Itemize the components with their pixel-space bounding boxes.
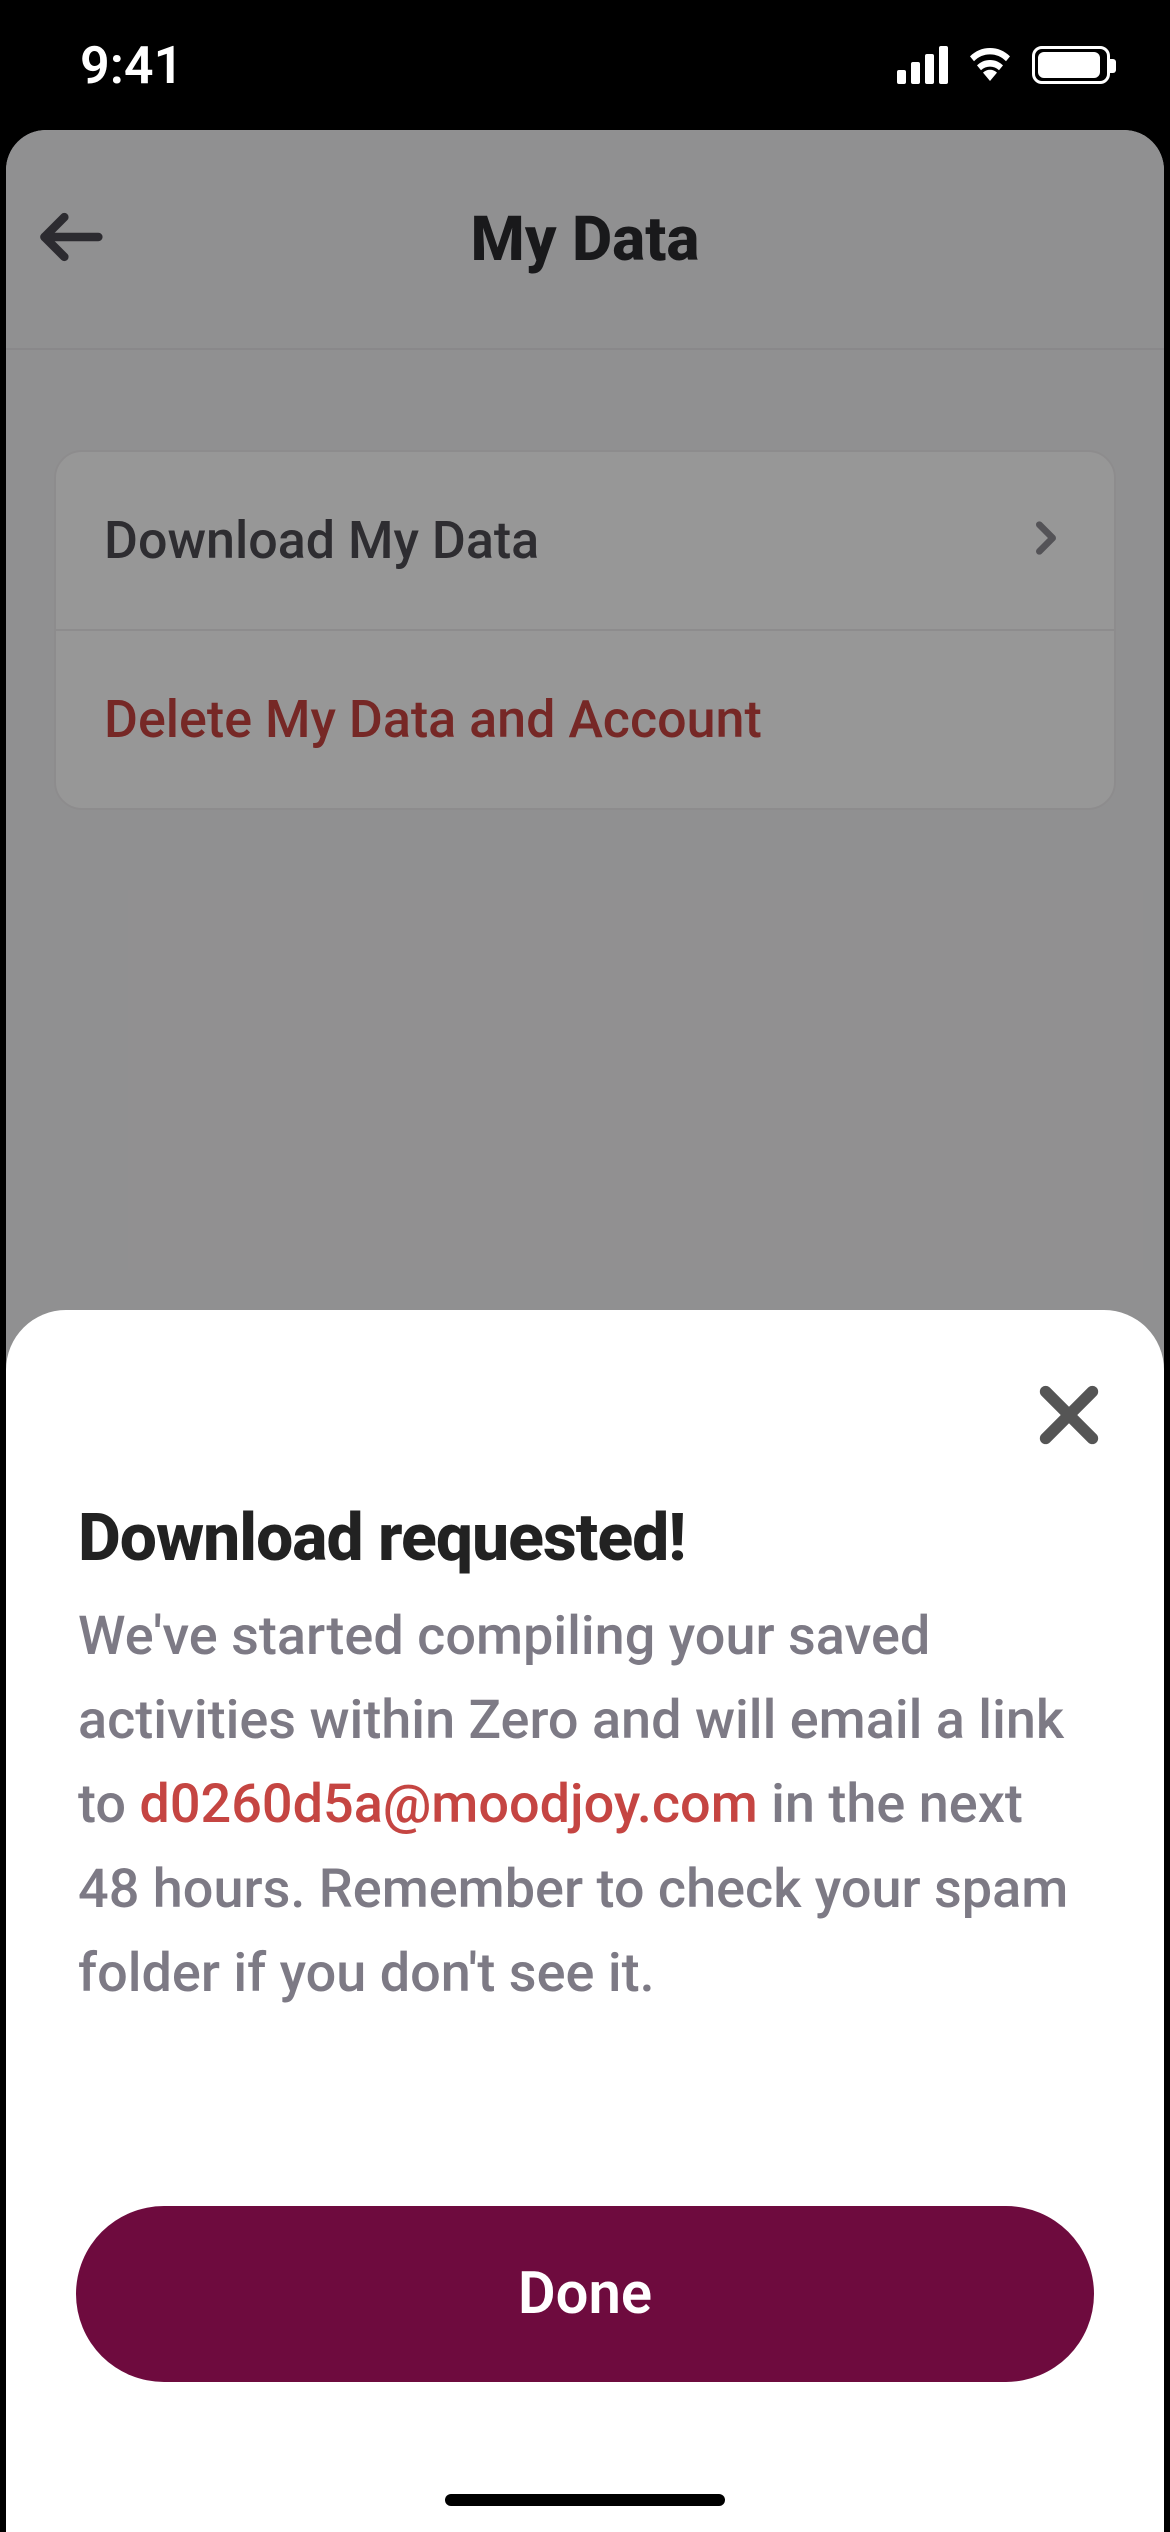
status-time: 9:41 (80, 35, 183, 96)
done-button[interactable]: Done (76, 2206, 1094, 2382)
close-button[interactable] (1034, 1380, 1104, 1454)
sheet-email: d0260d5a@moodjoy.com (139, 1773, 757, 1836)
cellular-icon (897, 46, 948, 84)
download-requested-sheet: Download requested! We've started compil… (6, 1310, 1164, 2532)
sheet-body: We've started compiling your saved activ… (78, 1595, 1092, 2016)
status-bar: 9:41 (0, 0, 1170, 130)
sheet-title: Download requested! (78, 1500, 1092, 1577)
status-icons (897, 45, 1110, 85)
home-indicator (445, 2494, 725, 2506)
wifi-icon (966, 45, 1014, 85)
battery-icon (1032, 46, 1110, 84)
